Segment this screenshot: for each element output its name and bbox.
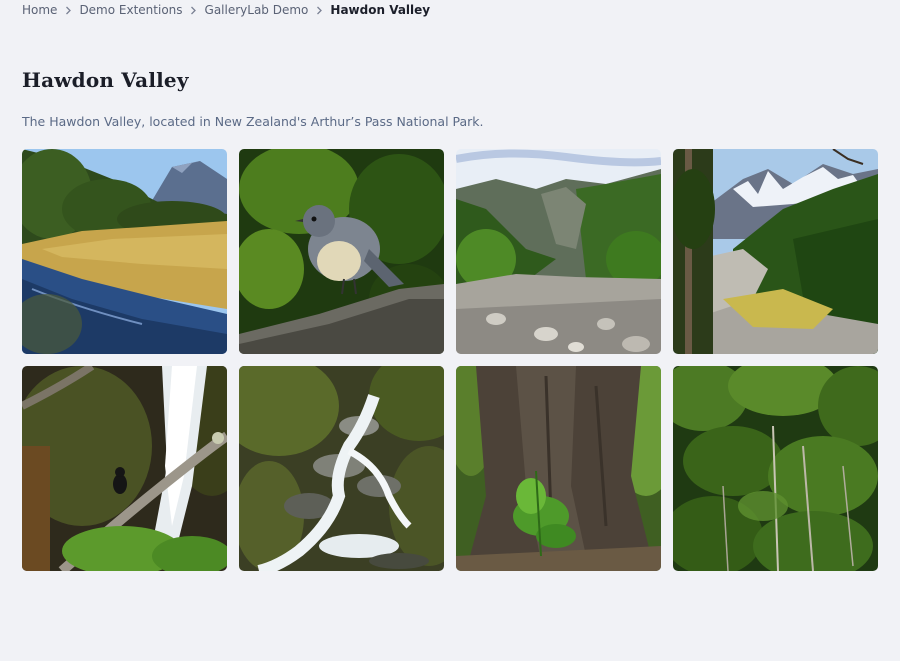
gallery-image-robin-bird-on-branch[interactable]	[239, 149, 444, 354]
breadcrumb: Home Demo Extentions GalleryLab Demo Haw…	[22, 0, 430, 20]
gallery-grid	[22, 149, 878, 571]
gallery-image-cascading-stream[interactable]	[239, 366, 444, 571]
chevron-right-icon	[308, 6, 330, 15]
breadcrumb-demo-extentions[interactable]: Demo Extentions	[79, 3, 182, 17]
breadcrumb-home[interactable]: Home	[22, 3, 57, 17]
gallery-image-waterfall-with-bird[interactable]	[22, 366, 227, 571]
gallery-image-meadow-river-mountain[interactable]	[22, 149, 227, 354]
gallery-image-large-tree-trunk-fern[interactable]	[456, 366, 661, 571]
gallery-image-dense-beech-forest[interactable]	[673, 366, 878, 571]
page-description: The Hawdon Valley, located in New Zealan…	[22, 114, 484, 129]
breadcrumb-current: Hawdon Valley	[330, 3, 431, 17]
gallery-image-riverbed-valley-mountains[interactable]	[456, 149, 661, 354]
breadcrumb-gallerylab-demo[interactable]: GalleryLab Demo	[205, 3, 309, 17]
gallery-image-snowy-peaks-valley[interactable]	[673, 149, 878, 354]
page-title: Hawdon Valley	[22, 68, 189, 92]
chevron-right-icon	[57, 6, 79, 15]
chevron-right-icon	[183, 6, 205, 15]
